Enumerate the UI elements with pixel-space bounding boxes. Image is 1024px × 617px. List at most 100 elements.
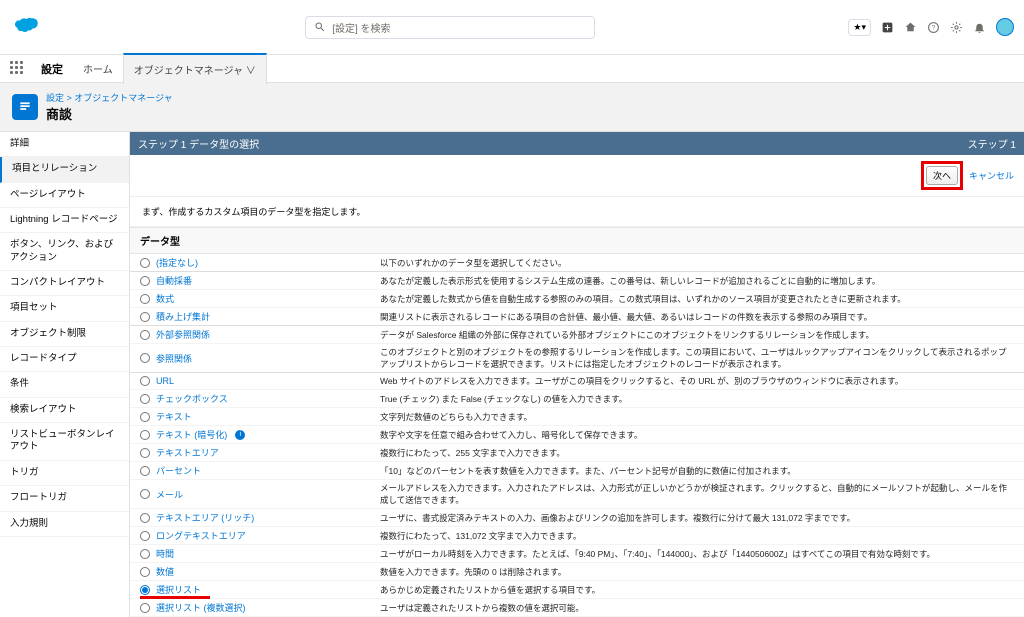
- next-button[interactable]: 次へ: [926, 166, 958, 185]
- option-desc: ユーザは定義されたリストから複数の値を選択可能。: [380, 602, 1014, 614]
- radio-option[interactable]: [140, 567, 150, 577]
- setup-icon: [12, 94, 38, 120]
- option-row: チェックボックス True (チェック) また False (チェックなし) の値…: [130, 390, 1024, 408]
- sidebar-item-5[interactable]: コンパクトレイアウト: [0, 271, 129, 296]
- option-row: テキスト文字列だ数値のどちらも入力できます。: [130, 408, 1024, 426]
- app-launcher-icon[interactable]: [10, 61, 26, 77]
- option-label: 選択リスト: [156, 583, 201, 596]
- global-search[interactable]: [設定] を検索: [305, 16, 595, 39]
- option-row: テキストエリア (リッチ)ユーザに、書式設定済みテキストの入力、画像およびリンク…: [130, 509, 1024, 527]
- option-label: 数式: [156, 292, 174, 305]
- step-header: ステップ 1 データ型の選択ステップ 1: [130, 132, 1024, 155]
- option-row: 積み上げ集計 関連リストに表示されるレコードにある項目の合計値、最小値、最大値、あ…: [130, 308, 1024, 326]
- option-label: チェックボックス: [156, 392, 228, 405]
- option-label: テキスト (暗号化): [156, 428, 227, 441]
- help-icon[interactable]: ?: [927, 21, 940, 34]
- radio-option[interactable]: [140, 330, 150, 340]
- option-label: 選択リスト (複数選択): [156, 601, 246, 614]
- radio-option[interactable]: [140, 513, 150, 523]
- radio-option[interactable]: [140, 448, 150, 458]
- radio-option[interactable]: [140, 585, 150, 595]
- option-row: 数値数値を入力できます。先頭の 0 は削除されます。: [130, 563, 1024, 581]
- option-desc: 「10」などのパーセントを表す数値を入力できます。また、パーセント記号が自動的に…: [380, 465, 1014, 477]
- option-desc: 数字や文字を任意で組み合わせて入力し、暗号化して保存できます。: [380, 429, 1014, 441]
- radio-option[interactable]: [140, 376, 150, 386]
- plus-icon[interactable]: [881, 21, 894, 34]
- radio-option[interactable]: [140, 394, 150, 404]
- radio-option[interactable]: [140, 466, 150, 476]
- nav-tab-home[interactable]: ホーム: [73, 54, 123, 83]
- radio-option[interactable]: [140, 531, 150, 541]
- info-icon[interactable]: i: [235, 430, 245, 440]
- data-type-options: (指定なし) 以下のいずれかのデータ型を選択してください。 自動採番あなたが定義…: [130, 254, 1024, 617]
- radio-option[interactable]: [140, 276, 150, 286]
- sidebar-item-6[interactable]: 項目セット: [0, 296, 129, 321]
- sidebar-item-9[interactable]: 条件: [0, 372, 129, 397]
- option-row: テキスト (暗号化) i 数字や文字を任意で組み合わせて入力し、暗号化して保存できま…: [130, 426, 1024, 444]
- radio-option[interactable]: [140, 412, 150, 422]
- option-label: 積み上げ集計: [156, 310, 210, 323]
- option-label: 時間: [156, 547, 174, 560]
- option-row: 時間ユーザがローカル時刻を入力できます。たとえば、「9:40 PM」、「7:40…: [130, 545, 1024, 563]
- search-placeholder: [設定] を検索: [332, 20, 390, 35]
- option-desc: 関連リストに表示されるレコードにある項目の合計値、最小値、最大値、あるいはレコー…: [380, 311, 1014, 323]
- radio-option[interactable]: [140, 603, 150, 613]
- option-desc: ユーザに、書式設定済みテキストの入力、画像およびリンクの追加を許可します。複数行…: [380, 512, 1014, 524]
- breadcrumb[interactable]: 設定 > オブジェクトマネージャ: [46, 91, 173, 104]
- favorites-button[interactable]: ★▾: [848, 19, 871, 36]
- nav-title: 設定: [41, 61, 63, 77]
- option-label: 数値: [156, 565, 174, 578]
- sidebar-item-8[interactable]: レコードタイプ: [0, 347, 129, 372]
- option-label: ロングテキストエリア: [156, 529, 246, 542]
- sidebar-item-7[interactable]: オブジェクト制限: [0, 322, 129, 347]
- section-heading: データ型: [130, 227, 1024, 254]
- option-desc: True (チェック) また False (チェックなし) の値を入力できます。: [380, 393, 1014, 405]
- sidebar-item-10[interactable]: 検索レイアウト: [0, 398, 129, 423]
- sidebar-item-1[interactable]: 項目とリレーション: [0, 157, 129, 182]
- sidebar-item-12[interactable]: トリガ: [0, 461, 129, 486]
- svg-text:?: ?: [932, 24, 936, 31]
- radio-option[interactable]: [140, 353, 150, 363]
- sidebar-item-2[interactable]: ページレイアウト: [0, 183, 129, 208]
- option-row: 参照関係 このオブジェクトと別のオブジェクトをの参照するリレーションを作成します。…: [130, 344, 1024, 373]
- user-avatar[interactable]: [996, 18, 1014, 36]
- nav-tab-object-manager[interactable]: オブジェクトマネージャ ∨: [123, 53, 267, 84]
- option-row: 外部参照関係データが Salesforce 組織の外部に保存されている外部オブジ…: [130, 326, 1024, 344]
- option-desc: このオブジェクトと別のオブジェクトをの参照するリレーションを作成します。この項目…: [380, 346, 1014, 370]
- intro-text: まず、作成するカスタム項目のデータ型を指定します。: [130, 197, 1024, 227]
- option-label: パーセント: [156, 464, 201, 477]
- bell-icon[interactable]: [973, 21, 986, 34]
- option-row: メールメールアドレスを入力できます。入力されたアドレスは、入力形式が正しいかどう…: [130, 480, 1024, 509]
- page-title: 商談: [46, 104, 173, 123]
- option-desc: あなたが定義した表示形式を使用するシステム生成の連番。この番号は、新しいレコード…: [380, 275, 1014, 287]
- option-row: 自動採番あなたが定義した表示形式を使用するシステム生成の連番。この番号は、新しい…: [130, 272, 1024, 290]
- sidebar-item-3[interactable]: Lightning レコードページ: [0, 208, 129, 233]
- nav-bar: 設定 ホーム オブジェクトマネージャ ∨: [0, 55, 1024, 83]
- radio-option[interactable]: [140, 489, 150, 499]
- search-icon: [314, 21, 326, 33]
- sidebar-item-0[interactable]: 詳細: [0, 132, 129, 157]
- chevron-down-icon: ▾: [861, 22, 866, 33]
- option-desc: あなたが定義した数式から値を自動生成する参照のみの項目。この数式項目は、いずれか…: [380, 293, 1014, 305]
- sidebar-item-13[interactable]: フロートリガ: [0, 486, 129, 511]
- radio-option[interactable]: [140, 312, 150, 322]
- radio-none[interactable]: [140, 258, 150, 268]
- cancel-link[interactable]: キャンセル: [969, 169, 1014, 182]
- option-label: メール: [156, 488, 183, 501]
- gear-icon[interactable]: [950, 21, 963, 34]
- sidebar-item-14[interactable]: 入力規則: [0, 512, 129, 537]
- button-row: 次へ キャンセル: [130, 155, 1024, 197]
- radio-option[interactable]: [140, 549, 150, 559]
- sidebar-item-4[interactable]: ボタン、リンク、およびアクション: [0, 233, 129, 271]
- page-header: 設定 > オブジェクトマネージャ 商談: [0, 83, 1024, 132]
- option-label: URL: [156, 376, 174, 386]
- home-icon[interactable]: [904, 21, 917, 34]
- option-row: 数式 あなたが定義した数式から値を自動生成する参照のみの項目。この数式項目は、いず…: [130, 290, 1024, 308]
- radio-option[interactable]: [140, 430, 150, 440]
- option-label: 参照関係: [156, 352, 192, 365]
- highlight-box: 次へ: [921, 161, 963, 190]
- radio-option[interactable]: [140, 294, 150, 304]
- label-none: (指定なし): [156, 256, 198, 269]
- sidebar-item-11[interactable]: リストビューボタンレイアウト: [0, 423, 129, 461]
- option-desc: データが Salesforce 組織の外部に保存されている外部オブジェクトにこの…: [380, 329, 1014, 341]
